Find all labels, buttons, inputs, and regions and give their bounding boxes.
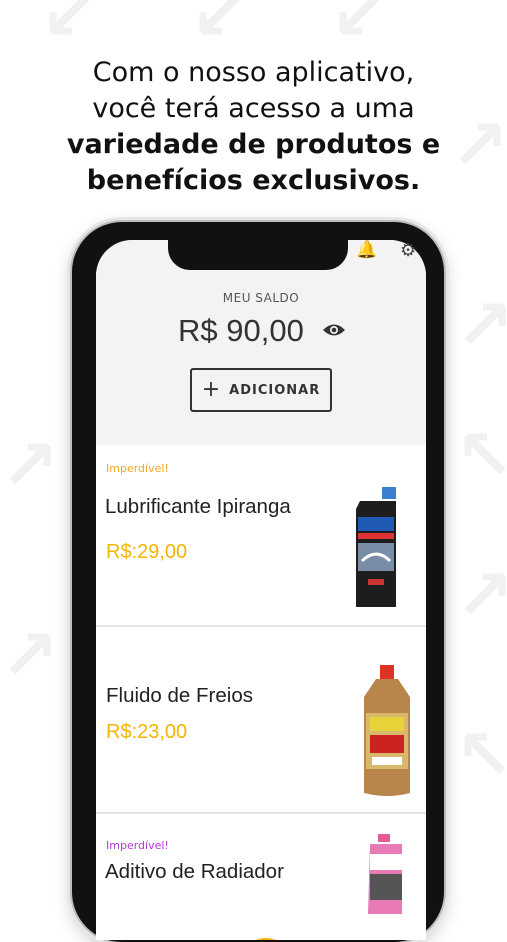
add-button-label: ADICIONAR <box>229 382 321 398</box>
background-arrow-icon: ↗ <box>455 554 507 636</box>
add-balance-button[interactable]: + ADICIONAR <box>190 368 332 412</box>
product-name: Fluido de Freios <box>106 684 253 707</box>
gear-icon[interactable]: ⚙ <box>400 240 420 262</box>
radiator-additive-bottle-image <box>368 834 402 914</box>
background-arrow-icon: ↖ <box>455 714 507 796</box>
product-price: R$:29,00 <box>106 541 188 563</box>
headline-line-2: você terá acesso a uma <box>92 93 415 124</box>
background-arrow-icon: ↖ <box>455 414 507 496</box>
product-badge: Imperdível! <box>106 839 169 852</box>
brake-fluid-bottle-image <box>364 665 410 796</box>
product-badge: Imperdível! <box>106 462 169 475</box>
product-card[interactable]: Fluido de Freios R$:23,00 <box>96 627 426 812</box>
headline-line-1: Com o nosso aplicativo, <box>92 57 415 88</box>
plus-icon: + <box>201 377 222 402</box>
background-arrow-icon: ↗ <box>0 424 59 506</box>
product-card[interactable]: Imperdível! Aditivo de Radiador <box>96 814 426 940</box>
background-arrow-icon: ↙ <box>190 0 249 56</box>
balance-label: MEU SALDO <box>222 291 300 305</box>
eye-icon[interactable] <box>322 322 346 338</box>
product-price: R$:23,00 <box>106 721 188 743</box>
phone-notch <box>168 232 348 270</box>
price-coin-partial <box>246 938 286 940</box>
product-name: Lubrificante Ipiranga <box>105 495 291 518</box>
phone-screen: MEU SALDO R$ 90,00 + ADICIONAR Imperdíve… <box>96 240 426 940</box>
oil-bottle-image <box>356 487 396 607</box>
background-arrow-icon: ↙ <box>40 0 99 56</box>
balance-value: R$ 90,00 <box>178 313 304 348</box>
bell-icon[interactable]: 🔔 <box>356 240 378 262</box>
product-name: Aditivo de Radiador <box>105 860 284 883</box>
background-arrow-icon: ↗ <box>455 284 507 366</box>
promo-headline: Com o nosso aplicativo, você terá acesso… <box>0 55 507 199</box>
headline-line-3: variedade de produtos e <box>66 129 441 160</box>
balance-section: MEU SALDO R$ 90,00 + ADICIONAR <box>96 240 426 445</box>
background-arrow-icon: ↗ <box>0 614 59 696</box>
headline-line-4: benefícios exclusivos. <box>86 165 421 196</box>
background-arrow-icon: ↙ <box>330 0 389 56</box>
product-card[interactable]: Imperdível! Lubrificante Ipiranga R$:29,… <box>96 445 426 625</box>
